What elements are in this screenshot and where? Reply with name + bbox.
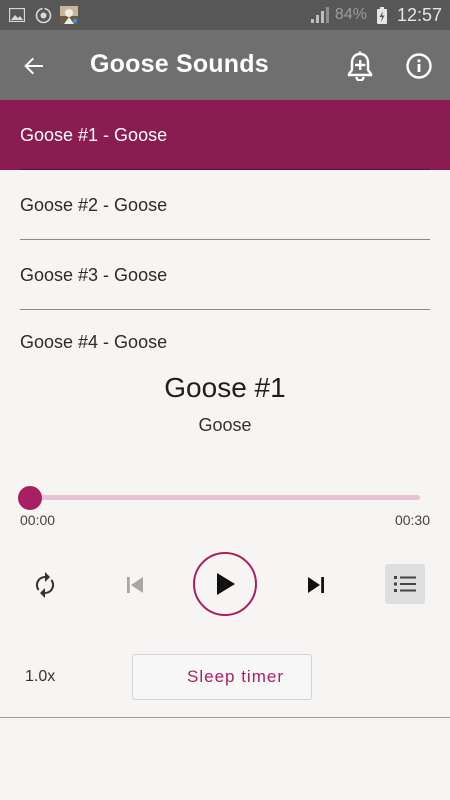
playlist-icon [394, 576, 416, 592]
previous-button[interactable] [120, 568, 150, 602]
seek-bar[interactable] [30, 495, 420, 500]
now-playing-title: Goose #1 [164, 372, 286, 403]
list-item-label: Goose #3 - Goose [20, 264, 168, 285]
battery-icon [373, 6, 391, 24]
signal-icon [310, 6, 329, 24]
status-left [8, 6, 78, 24]
app-bar: Goose Sounds [0, 30, 450, 100]
seek-thumb[interactable] [18, 486, 42, 510]
list-item-label: Goose #2 - Goose [20, 194, 168, 215]
repeat-icon [35, 572, 55, 598]
moon-icon [157, 667, 167, 687]
bottom-divider [0, 717, 450, 718]
play-button[interactable] [193, 552, 257, 616]
status-clock: 12:57 [396, 4, 442, 25]
next-button[interactable] [301, 568, 331, 602]
sleep-timer-label: Sleep timer [187, 667, 284, 686]
app-title: Goose Sounds [90, 50, 269, 78]
playback-speed[interactable]: 1.0x [25, 668, 55, 686]
sync-icon [34, 6, 52, 24]
info-button[interactable] [402, 49, 436, 83]
back-arrow-icon [24, 57, 43, 75]
playlist-button[interactable] [385, 564, 425, 604]
sound-list: Goose #1 - Goose Goose #2 - Goose Goose … [0, 100, 450, 365]
back-button[interactable] [18, 50, 50, 82]
battery-percent: 84% [334, 6, 367, 23]
play-icon [217, 573, 235, 595]
status-right: 84% 12:57 [310, 4, 442, 26]
add-alarm-icon [347, 51, 373, 81]
list-item-label: Goose #1 - Goose [20, 124, 168, 145]
list-item-goose-4[interactable]: Goose #4 - Goose [0, 310, 450, 365]
status-bar: 84% 12:57 [0, 0, 450, 30]
avatar-icon [60, 6, 78, 24]
sleep-timer-button[interactable]: Sleep timer [132, 654, 312, 700]
previous-icon [127, 577, 143, 593]
current-time: 00:00 [20, 512, 56, 528]
total-duration: 00:30 [394, 512, 430, 528]
list-item-goose-3[interactable]: Goose #3 - Goose [0, 240, 450, 310]
now-playing-subtitle: Goose [198, 415, 252, 435]
image-icon [8, 6, 26, 24]
next-icon [308, 577, 324, 593]
list-item-goose-2[interactable]: Goose #2 - Goose [0, 170, 450, 240]
list-item-label: Goose #4 - Goose [20, 332, 168, 352]
list-item-goose-1[interactable]: Goose #1 - Goose [0, 100, 450, 170]
repeat-button[interactable] [28, 568, 62, 602]
add-alarm-button[interactable] [343, 49, 377, 83]
info-icon [406, 53, 432, 79]
